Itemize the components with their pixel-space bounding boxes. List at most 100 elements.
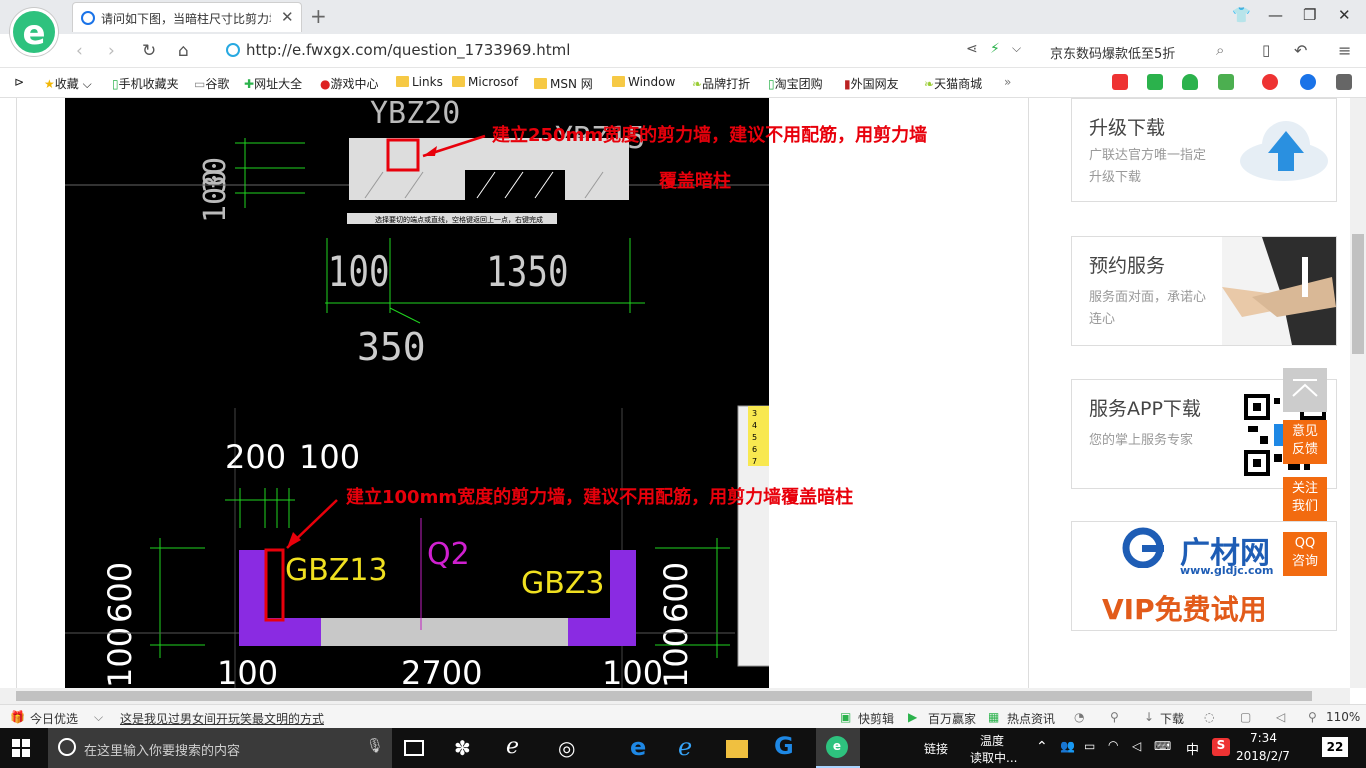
keyboard-icon[interactable]: ⌨ xyxy=(1154,739,1171,753)
feedback-button[interactable]: 意见反馈 xyxy=(1283,420,1327,464)
battery-icon[interactable]: ▭ xyxy=(1084,739,1095,753)
vertical-scroll-thumb[interactable] xyxy=(1352,234,1364,354)
bookmark-favorites[interactable]: ★收藏 ⌵ xyxy=(44,75,92,92)
internet-explorer-icon[interactable]: ℯ xyxy=(678,733,702,761)
back-to-top-button[interactable] xyxy=(1283,368,1327,412)
microphone-icon[interactable]: 🎙 xyxy=(366,738,384,754)
news-headline-link[interactable]: 这是我见过男女间开玩笑最文明的方式 xyxy=(120,710,324,727)
refresh-icon[interactable]: ↻ xyxy=(142,41,156,61)
volume-icon[interactable]: ◁ xyxy=(1132,739,1141,753)
clean-icon[interactable]: ◌ xyxy=(1204,710,1214,724)
forward-icon[interactable]: › xyxy=(108,41,115,61)
links-toolbar[interactable]: 链接 xyxy=(924,740,948,757)
skin-icon[interactable]: 👕 xyxy=(1232,6,1251,24)
window-icon[interactable]: ▢ xyxy=(1240,710,1251,724)
extension-grid-icon[interactable] xyxy=(1336,74,1352,90)
share-icon[interactable]: ⋖ xyxy=(966,41,978,57)
pinwheel-icon[interactable]: ✽ xyxy=(454,736,478,760)
zoom-level[interactable]: 110% xyxy=(1326,710,1360,724)
extension-red-icon[interactable] xyxy=(1112,74,1128,90)
ie-taskbar-icon[interactable]: ℯ xyxy=(506,734,530,759)
million-winner-link[interactable]: 百万赢家 xyxy=(928,710,976,727)
restore-button[interactable]: ❐ xyxy=(1303,6,1316,24)
bookmark-microsoft[interactable]: Microsof xyxy=(452,75,518,89)
active-browser-taskbar-item[interactable]: e xyxy=(816,728,860,768)
qq-consult-button[interactable]: QQ咨询 xyxy=(1283,532,1327,576)
bookmark-taobao[interactable]: ▯淘宝团购 xyxy=(768,75,823,92)
more-bookmarks-icon[interactable]: » xyxy=(1004,75,1011,89)
bookmark-links[interactable]: Links xyxy=(396,75,443,89)
quick-edit-link[interactable]: 快剪辑 xyxy=(858,710,894,727)
search-icon[interactable]: ⌕ xyxy=(1216,41,1224,59)
tab-title: 请问如下图，当暗柱尺寸比剪力墙 xyxy=(101,12,271,26)
home-icon[interactable]: ⌂ xyxy=(178,41,189,61)
extension-book-icon[interactable] xyxy=(1147,74,1163,90)
browser-logo[interactable]: e xyxy=(10,8,58,56)
card-title: 服务APP下载 xyxy=(1089,398,1201,420)
mute-icon[interactable]: ◁ xyxy=(1276,710,1285,724)
chevron-down-icon[interactable]: ⌵ xyxy=(94,710,103,725)
tray-expand-icon[interactable]: ⌃ xyxy=(1036,739,1048,755)
follow-us-button[interactable]: 关注我们 xyxy=(1283,477,1327,521)
extension-translate-icon[interactable] xyxy=(1218,74,1234,90)
site-info-icon[interactable] xyxy=(226,43,240,57)
close-window-button[interactable]: ✕ xyxy=(1338,6,1351,24)
weather-loading: 读取中... xyxy=(970,751,1018,765)
pin-icon[interactable]: ⚲ xyxy=(1110,710,1119,724)
card-title: 升级下载 xyxy=(1089,117,1166,139)
download-link[interactable]: 下载 xyxy=(1160,710,1184,727)
bookmark-foreign[interactable]: ▮外国网友 xyxy=(844,75,899,92)
horizontal-scrollbar[interactable] xyxy=(0,688,1350,704)
today-pick-link[interactable]: 今日优选 xyxy=(30,710,78,727)
bookmark-sites[interactable]: ✚网址大全 xyxy=(244,75,302,92)
mobile-icon[interactable]: ▯ xyxy=(1262,41,1270,59)
wifi-icon[interactable]: ◠ xyxy=(1108,738,1118,752)
edge-icon[interactable]: e xyxy=(630,733,654,761)
bookmark-tmall[interactable]: ❧天猫商城 xyxy=(924,75,982,92)
sogou-ime-icon[interactable]: S xyxy=(1212,738,1230,756)
dim-right-600: 600 xyxy=(657,562,695,623)
browser-tab[interactable]: 请问如下图，当暗柱尺寸比剪力墙 ✕ xyxy=(72,2,302,32)
task-view-icon[interactable] xyxy=(404,740,424,756)
card-appointment[interactable]: 预约服务 服务面对面，承诺心连心 xyxy=(1071,236,1337,346)
address-bar[interactable]: http://e.fwxgx.com/question_1733969.html xyxy=(222,39,1032,63)
search-box[interactable]: 京东数码爆款低至5折 ⌕ xyxy=(1040,39,1240,63)
vertical-scrollbar[interactable] xyxy=(1350,98,1366,688)
sidebar-toggle-icon[interactable]: ⊳ xyxy=(14,75,24,89)
undo-icon[interactable]: ↶ xyxy=(1294,41,1307,60)
clock-time[interactable]: 7:34 xyxy=(1250,731,1277,745)
label-gbz13: GBZ13 xyxy=(285,553,388,588)
speed-icon[interactable]: ◔ xyxy=(1074,710,1084,724)
bookmark-mobile[interactable]: ▯手机收藏夹 xyxy=(112,75,179,92)
ime-language[interactable]: 中 xyxy=(1186,739,1199,758)
bookmark-msn[interactable]: MSN 网 xyxy=(534,75,593,92)
dropdown-icon[interactable]: ⌵ xyxy=(1012,41,1021,56)
menu-icon[interactable]: ≡ xyxy=(1338,41,1351,60)
windows-start-icon[interactable] xyxy=(12,739,36,763)
glodon-icon[interactable]: G xyxy=(774,732,798,760)
extension-shield-icon[interactable] xyxy=(1182,74,1198,90)
back-icon[interactable]: ‹ xyxy=(76,41,83,61)
weather-label[interactable]: 温度 xyxy=(980,732,1004,749)
file-explorer-icon[interactable] xyxy=(726,740,748,758)
extension-search-icon[interactable] xyxy=(1300,74,1316,90)
extension-scissors-icon[interactable] xyxy=(1262,74,1278,90)
bookmark-windows[interactable]: Window xyxy=(612,75,675,89)
bookmark-google[interactable]: ▭谷歌 xyxy=(194,75,229,92)
new-tab-button[interactable]: + xyxy=(310,4,327,28)
horizontal-scroll-thumb[interactable] xyxy=(16,691,1312,701)
minimize-button[interactable]: — xyxy=(1268,6,1283,24)
qq-consult-label: QQ咨询 xyxy=(1291,536,1318,569)
video-edit-icon: ▣ xyxy=(840,710,852,724)
lightning-icon[interactable]: ⚡ xyxy=(990,41,1000,57)
people-icon[interactable]: 👥 xyxy=(1060,739,1075,753)
chrome-like-icon[interactable]: ◎ xyxy=(558,736,582,760)
notification-count[interactable]: 22 xyxy=(1322,737,1348,757)
bookmark-games[interactable]: ●游戏中心 xyxy=(320,75,379,92)
close-tab-icon[interactable]: ✕ xyxy=(281,8,294,26)
taskbar-search[interactable]: 在这里输入你要搜索的内容 🎙 xyxy=(48,728,392,768)
bookmark-brand[interactable]: ❧品牌打折 xyxy=(692,75,750,92)
card-upgrade-download[interactable]: 升级下载 广联达官方唯一指定升级下载 xyxy=(1071,98,1337,202)
clock-date[interactable]: 2018/2/7 xyxy=(1236,749,1290,763)
hot-news-link[interactable]: 热点资讯 xyxy=(1007,710,1055,727)
